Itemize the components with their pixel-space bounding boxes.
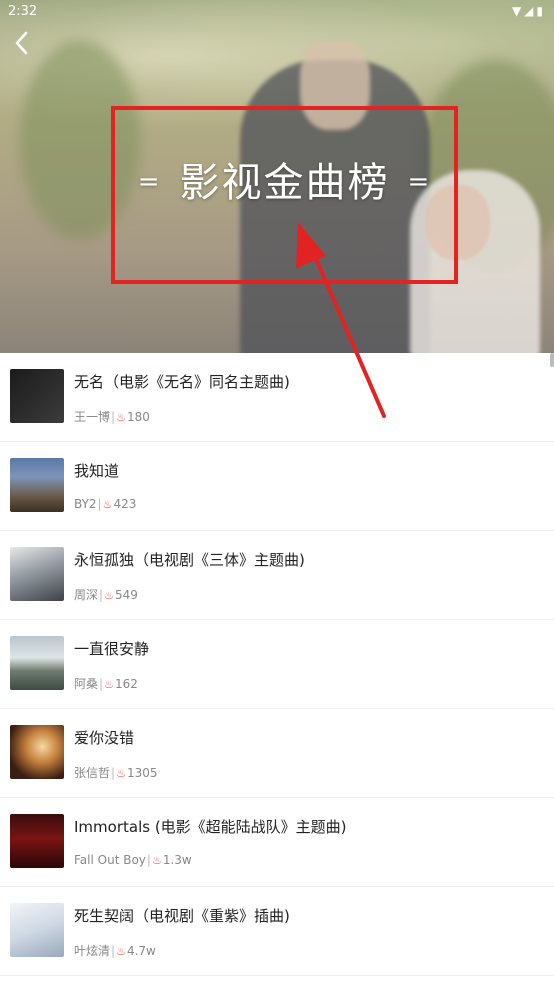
- album-cover: [10, 458, 64, 512]
- song-row[interactable]: 我知道 BY2|♨423: [0, 442, 554, 531]
- song-row[interactable]: Immortals (电影《超能陆战队》主题曲) Fall Out Boy|♨1.…: [0, 798, 554, 887]
- scrollbar[interactable]: [550, 353, 554, 367]
- song-meta: BY2|♨423: [74, 497, 136, 511]
- song-title: 永恒孤独（电视剧《三体》主题曲): [74, 551, 305, 569]
- song-heat: 549: [114, 588, 138, 602]
- fire-icon: ♨: [116, 945, 126, 958]
- fire-icon: ♨: [102, 498, 113, 511]
- song-meta: 周深|♨549: [74, 586, 138, 603]
- song-heat: 162: [114, 677, 138, 691]
- song-row[interactable]: 死生契阔（电视剧《重紫》插曲) 叶炫清|♨4.7w: [0, 887, 554, 976]
- song-title: 我知道: [74, 462, 120, 480]
- status-icons: ▼◢▮: [511, 4, 546, 18]
- title-decoration-right: =: [407, 167, 432, 197]
- song-title: 死生契阔（电视剧《重紫》插曲): [74, 907, 290, 925]
- song-heat: 423: [113, 497, 137, 511]
- song-artist: 阿桑: [74, 677, 99, 691]
- song-heat: 4.7w: [126, 944, 156, 958]
- song-artist: 叶炫清: [74, 944, 111, 958]
- album-cover: [10, 725, 64, 779]
- status-time: 2:32: [8, 4, 38, 19]
- album-cover: [10, 369, 64, 423]
- song-artist: BY2: [74, 497, 97, 511]
- chevron-left-icon: [15, 31, 28, 55]
- song-meta: 张信哲|♨1305: [74, 764, 157, 781]
- meta-divider: |: [97, 497, 102, 511]
- song-title: Immortals (电影《超能陆战队》主题曲): [74, 818, 347, 836]
- song-title: 一直很安静: [74, 640, 150, 658]
- song-row[interactable]: 一直很安静阿桑|♨162: [0, 620, 554, 709]
- album-cover: [10, 903, 64, 957]
- song-row[interactable]: 永恒孤独（电视剧《三体》主题曲) 周深|♨549: [0, 531, 554, 620]
- song-heat: 1.3w: [162, 853, 192, 867]
- song-heat: 180: [126, 410, 150, 424]
- page-title: = 影视金曲榜 =: [111, 150, 458, 208]
- fire-icon: ♨: [104, 678, 114, 691]
- song-artist: 王一博: [74, 410, 111, 424]
- album-cover: [10, 547, 64, 601]
- page-title-text: 影视金曲榜: [179, 160, 390, 206]
- fire-icon: ♨: [116, 767, 126, 780]
- song-title: 无名（电影《无名》同名主题曲): [74, 373, 290, 391]
- song-meta: 阿桑|♨162: [74, 675, 138, 692]
- back-button[interactable]: [8, 30, 36, 60]
- status-bar: 2:32 ▼◢▮: [0, 0, 554, 24]
- song-row[interactable]: 爱你没错张信哲|♨1305: [0, 709, 554, 798]
- fire-icon: ♨: [116, 411, 126, 424]
- album-cover: [10, 814, 64, 868]
- song-meta: Fall Out Boy|♨1.3w: [74, 853, 192, 867]
- song-list: 无名（电影《无名》同名主题曲) 王一博|♨180 我知道 BY2|♨423 永恒孤独（电…: [0, 353, 554, 976]
- song-row[interactable]: 无名（电影《无名》同名主题曲) 王一博|♨180: [0, 353, 554, 442]
- fire-icon: ♨: [104, 589, 114, 602]
- song-meta: 王一博|♨180: [74, 408, 150, 425]
- song-artist: Fall Out Boy: [74, 853, 146, 867]
- fire-icon: ♨: [151, 854, 162, 867]
- song-meta: 叶炫清|♨4.7w: [74, 942, 156, 959]
- album-cover: [10, 636, 64, 690]
- song-artist: 张信哲: [74, 766, 111, 780]
- song-artist: 周深: [74, 588, 99, 602]
- title-decoration-left: =: [137, 167, 162, 197]
- song-heat: 1305: [126, 766, 158, 780]
- song-title: 爱你没错: [74, 729, 135, 747]
